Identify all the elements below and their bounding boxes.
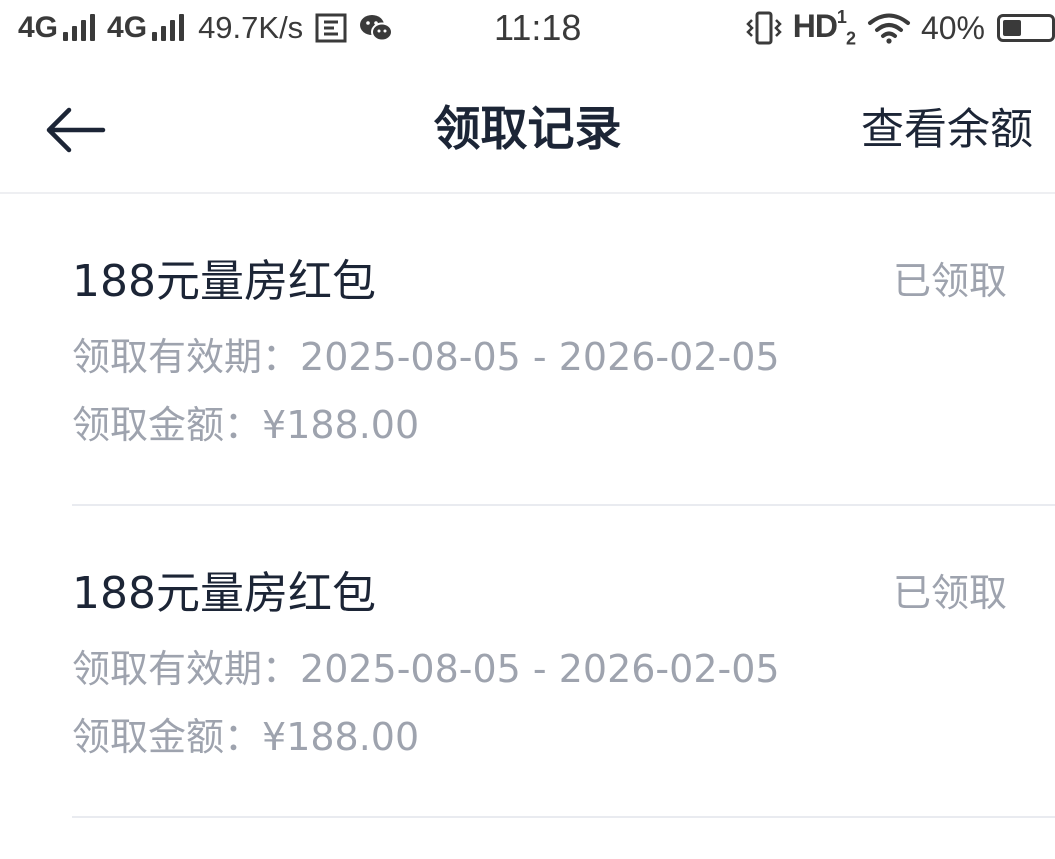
network-type-1: 4G: [18, 11, 59, 44]
record-status-badge: 已领取: [892, 259, 1007, 303]
battery-level: [1003, 20, 1021, 36]
wifi-icon: [867, 12, 911, 44]
status-time: 11:18: [494, 7, 582, 48]
network-type-2: 4G: [107, 11, 148, 44]
battery-icon: [997, 14, 1055, 42]
hd-indicator: HD12: [792, 6, 856, 49]
navigation-bar: 领取记录 查看余额: [0, 60, 1055, 194]
status-bar-left: 4G 4G 49.7K/s: [18, 8, 394, 48]
signal-icon: [152, 14, 185, 41]
record-amount: 领取金额：¥188.00: [72, 712, 419, 762]
amount-label: 领取金额：: [72, 715, 263, 759]
network-speed: 49.7K/s: [198, 10, 304, 45]
record-item: 188元量房红包 已领取 领取有效期：2025-08-05 - 2026-02-…: [72, 506, 1055, 818]
amount-value: ¥188.00: [262, 403, 420, 447]
record-validity: 领取有效期：2025-08-05 - 2026-02-05: [72, 644, 780, 694]
wechat-icon: [359, 13, 394, 43]
amount-label: 领取金额：: [72, 403, 263, 447]
validity-label: 领取有效期：: [72, 335, 301, 379]
status-bar: 4G 4G 49.7K/s 11:18 HD12 40%: [0, 0, 1055, 60]
status-bar-right: HD12 40%: [733, 6, 1055, 49]
sim-icon: [315, 13, 347, 43]
vibrate-icon: [745, 10, 783, 46]
record-item: 188元量房红包 已领取 领取有效期：2025-08-05 - 2026-02-…: [72, 194, 1055, 506]
battery-percent: 40%: [920, 9, 985, 46]
validity-value: 2025-08-05 - 2026-02-05: [300, 647, 780, 691]
record-validity: 领取有效期：2025-08-05 - 2026-02-05: [72, 332, 780, 382]
signal-icon: [63, 14, 96, 41]
record-amount: 领取金额：¥188.00: [72, 400, 419, 450]
record-title: 188元量房红包: [72, 256, 376, 307]
amount-value: ¥188.00: [262, 715, 420, 759]
validity-value: 2025-08-05 - 2026-02-05: [300, 335, 780, 379]
record-title: 188元量房红包: [72, 568, 376, 619]
view-balance-button[interactable]: 查看余额: [861, 98, 1033, 162]
record-status-badge: 已领取: [892, 571, 1007, 615]
validity-label: 领取有效期：: [72, 647, 301, 691]
